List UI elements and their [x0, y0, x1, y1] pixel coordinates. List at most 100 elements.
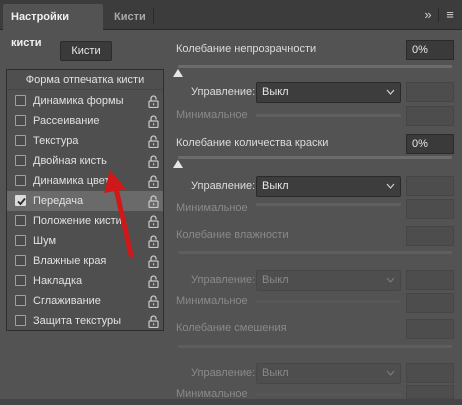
brush-option-item[interactable]: Положение кисти — [7, 211, 163, 231]
flow-control-label: Управление: — [191, 180, 256, 192]
brush-option-label: Двойная кисть — [33, 155, 107, 167]
wetness-minimum-label: Минимальное — [176, 295, 248, 307]
opacity-jitter-thumb[interactable] — [173, 69, 183, 77]
chevron-down-icon — [386, 277, 395, 283]
opacity-jitter-value[interactable]: 0% — [406, 40, 454, 60]
flow-jitter-label: Колебание количества краски — [176, 137, 329, 149]
opacity-control-extra-field[interactable] — [406, 82, 454, 102]
checkbox[interactable] — [15, 95, 26, 106]
brush-tip-shape-item[interactable]: Форма отпечатка кисти — [7, 70, 163, 90]
opacity-minimum-label: Минимальное — [176, 109, 248, 121]
brush-option-label: Защита текстуры — [33, 315, 122, 327]
brush-option-item[interactable]: Накладка — [7, 271, 163, 291]
lock-icon[interactable] — [148, 275, 159, 289]
mix-minimum-slider[interactable] — [256, 393, 401, 396]
wetness-control-select[interactable]: Выкл — [256, 270, 401, 291]
panel-tab-bar: Настройки кисти Кисти » ≡ — [0, 0, 462, 49]
wetness-jitter-value[interactable] — [406, 226, 454, 246]
tab-divider — [153, 8, 154, 24]
checkbox[interactable] — [15, 275, 26, 286]
collapse-panel-icon[interactable]: » — [420, 6, 436, 24]
brush-option-item[interactable]: Текстура — [7, 131, 163, 151]
opacity-control-label: Управление: — [191, 86, 256, 98]
wetness-minimum-value[interactable] — [406, 293, 454, 313]
lock-icon[interactable] — [148, 135, 159, 149]
chevron-down-icon — [386, 89, 395, 95]
lock-icon[interactable] — [148, 155, 159, 169]
panel-bottom-bar — [0, 399, 462, 405]
checkbox[interactable] — [15, 215, 26, 226]
opacity-jitter-label: Колебание непрозрачности — [176, 43, 317, 55]
brush-option-item[interactable]: Динамика формы — [7, 91, 163, 111]
checkbox[interactable] — [15, 155, 26, 166]
checkbox[interactable] — [15, 315, 26, 326]
brush-option-label: Шум — [33, 235, 57, 247]
mix-minimum-value[interactable] — [406, 385, 454, 399]
wetness-control-extra-field[interactable] — [406, 270, 454, 290]
checkbox[interactable] — [15, 175, 26, 186]
checkbox[interactable] — [15, 135, 26, 146]
flow-jitter-slider[interactable] — [178, 156, 452, 159]
opacity-control-select[interactable]: Выкл — [256, 82, 401, 103]
mix-jitter-slider[interactable] — [178, 345, 452, 348]
flow-minimum-slider[interactable] — [256, 203, 401, 206]
opacity-minimum-value[interactable] — [406, 106, 454, 126]
lock-icon[interactable] — [148, 215, 159, 229]
mix-jitter-label: Колебание смешения — [176, 322, 287, 334]
flow-control-select[interactable]: Выкл — [256, 176, 401, 197]
wetness-control-value: Выкл — [262, 274, 289, 286]
lock-icon[interactable] — [148, 195, 159, 209]
brush-option-item[interactable]: Двойная кисть — [7, 151, 163, 171]
flow-jitter-value[interactable]: 0% — [406, 134, 454, 154]
brush-option-label: Накладка — [33, 275, 83, 287]
brush-option-label: Текстура — [33, 135, 79, 147]
brush-option-item[interactable]: Влажные края — [7, 251, 163, 271]
brush-option-item[interactable]: Динамика цвета — [7, 171, 163, 191]
flow-minimum-value[interactable] — [406, 199, 454, 219]
wetness-minimum-slider[interactable] — [256, 300, 401, 303]
brush-option-item[interactable]: Рассеивание — [7, 111, 163, 131]
flow-jitter-thumb[interactable] — [173, 160, 183, 168]
wetness-jitter-slider[interactable] — [178, 251, 452, 254]
brushes-button[interactable]: Кисти — [60, 41, 112, 61]
flow-minimum-label: Минимальное — [176, 202, 248, 214]
lock-icon[interactable] — [148, 235, 159, 249]
mix-control-label: Управление: — [191, 367, 256, 379]
opacity-control-value: Выкл — [262, 86, 289, 98]
checkbox[interactable] — [15, 115, 26, 126]
flow-control-value: Выкл — [262, 180, 289, 192]
brush-options-list: Форма отпечатка кисти Динамика формы Расс… — [6, 69, 164, 331]
mix-control-value: Выкл — [262, 367, 289, 379]
brush-option-label: Динамика цвета — [33, 175, 116, 187]
lock-icon[interactable] — [148, 115, 159, 129]
toolbar-divider — [438, 8, 439, 22]
brush-option-item[interactable]: Сглаживание — [7, 291, 163, 311]
checkbox[interactable] — [15, 295, 26, 306]
opacity-jitter-slider[interactable] — [178, 65, 452, 68]
lock-icon[interactable] — [148, 295, 159, 309]
panel-menu-icon[interactable]: ≡ — [442, 6, 458, 24]
wetness-control-label: Управление: — [191, 274, 256, 286]
chevron-down-icon — [386, 183, 395, 189]
brush-option-item[interactable]: Шум — [7, 231, 163, 251]
checkbox[interactable] — [15, 255, 26, 266]
tab-brush-settings[interactable]: Настройки кисти — [3, 4, 103, 49]
mix-control-select[interactable]: Выкл — [256, 363, 401, 384]
lock-icon[interactable] — [148, 175, 159, 189]
brush-option-label: Динамика формы — [33, 95, 124, 107]
tab-brushes[interactable]: Кисти — [106, 4, 154, 30]
brush-option-label: Передача — [33, 195, 84, 207]
lock-icon[interactable] — [148, 95, 159, 109]
flow-control-extra-field[interactable] — [406, 176, 454, 196]
checkbox[interactable] — [15, 235, 26, 246]
mix-jitter-value[interactable] — [406, 319, 454, 339]
lock-icon[interactable] — [148, 315, 159, 329]
chevron-down-icon — [386, 370, 395, 376]
brush-option-label: Положение кисти — [33, 215, 122, 227]
checkbox-checked[interactable] — [15, 195, 26, 206]
opacity-minimum-slider[interactable] — [256, 114, 401, 117]
lock-icon[interactable] — [148, 255, 159, 269]
mix-control-extra-field[interactable] — [406, 363, 454, 383]
brush-option-item[interactable]: Защита текстуры — [7, 311, 163, 331]
brush-option-item[interactable]: Передача — [7, 191, 163, 211]
